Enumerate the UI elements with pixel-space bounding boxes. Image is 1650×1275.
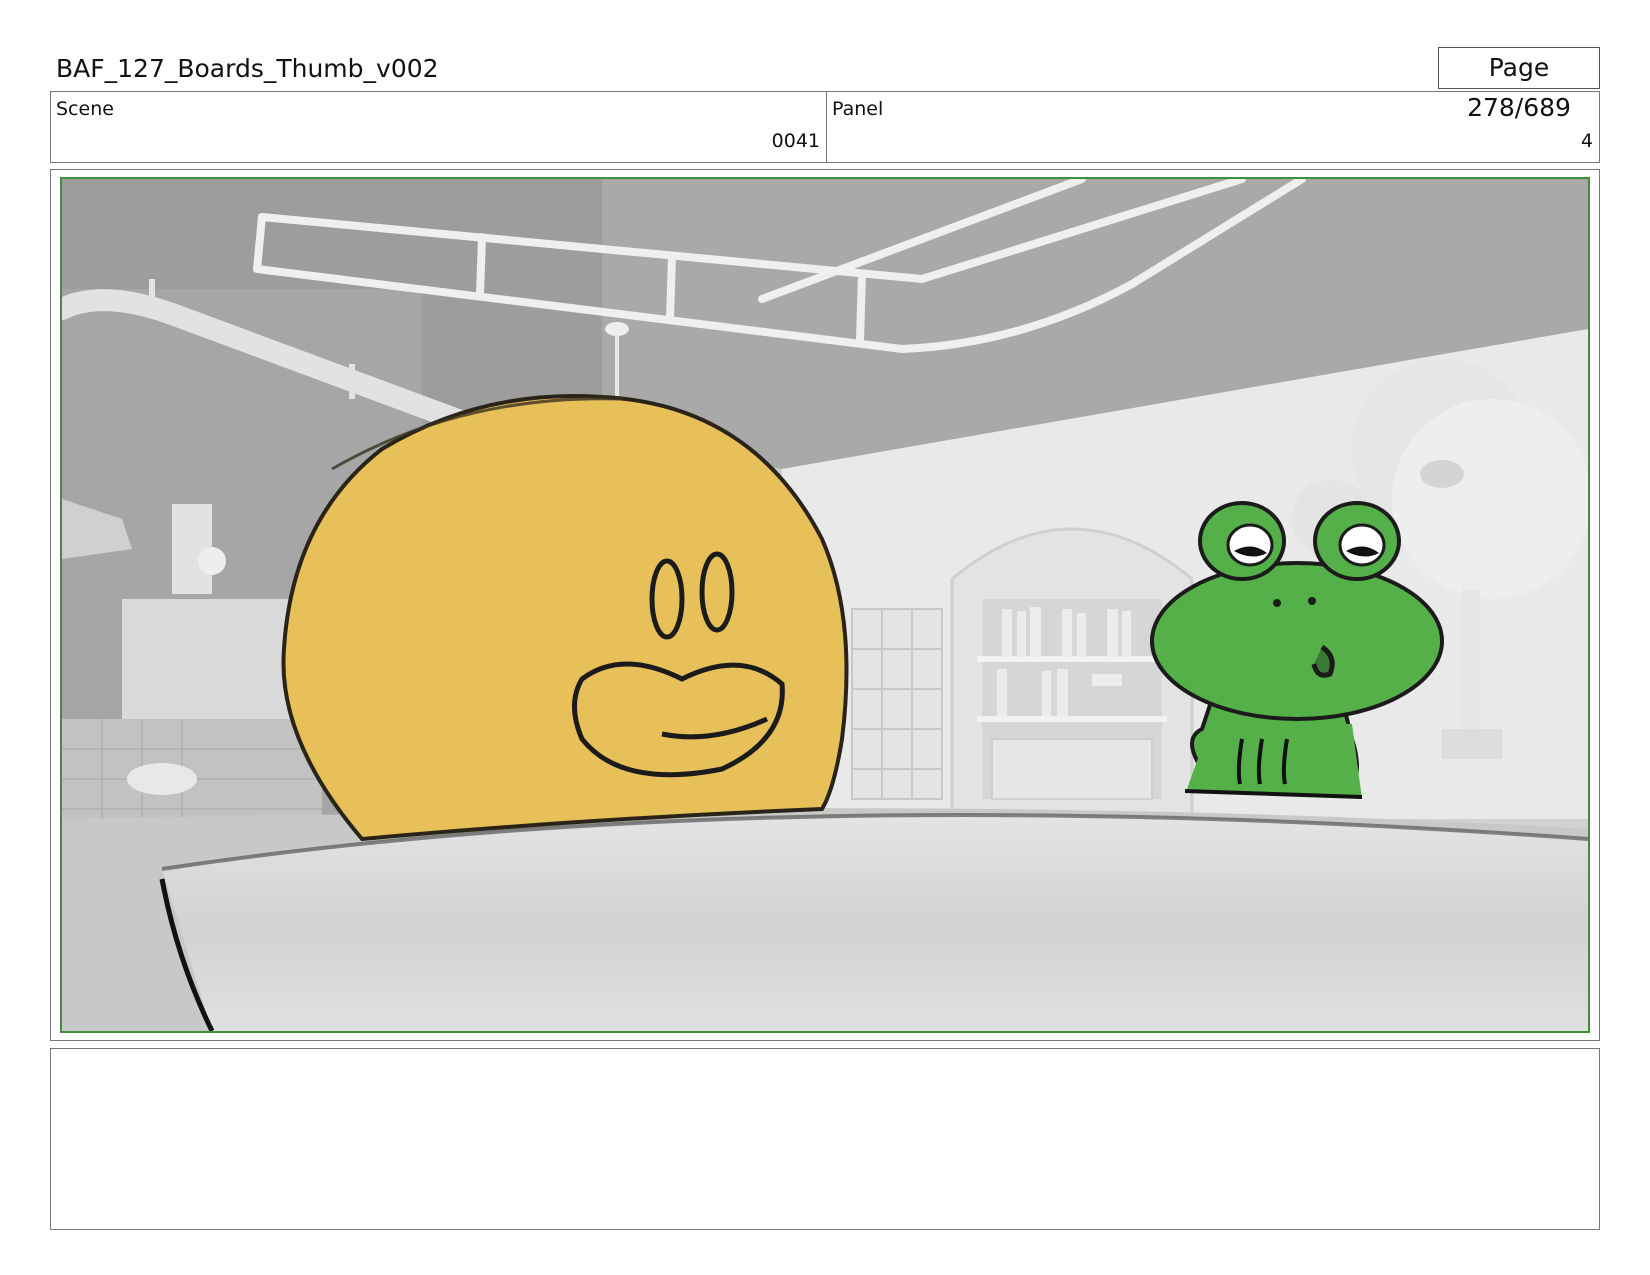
notes-box — [50, 1048, 1600, 1230]
yellow-blob-character — [281, 394, 849, 842]
storyboard-panel-image — [60, 177, 1590, 1033]
page-number-box: Page 278/689 — [1438, 47, 1600, 122]
panel-label: Panel — [832, 98, 884, 120]
storyboard-drawing — [62, 179, 1588, 1031]
table-surface — [62, 808, 1588, 1031]
document-title: BAF_127_Boards_Thumb_v002 — [56, 54, 439, 83]
panel-value: 4 — [1580, 130, 1593, 152]
bookshelf — [950, 527, 1194, 821]
scene-label: Scene — [56, 98, 114, 120]
panel-cell: Panel 4 — [827, 92, 1599, 162]
scene-value: 0041 — [771, 130, 820, 152]
scene-panel-info: Scene 0041 Panel 4 — [50, 91, 1600, 163]
scene-cell: Scene 0041 — [51, 92, 827, 162]
